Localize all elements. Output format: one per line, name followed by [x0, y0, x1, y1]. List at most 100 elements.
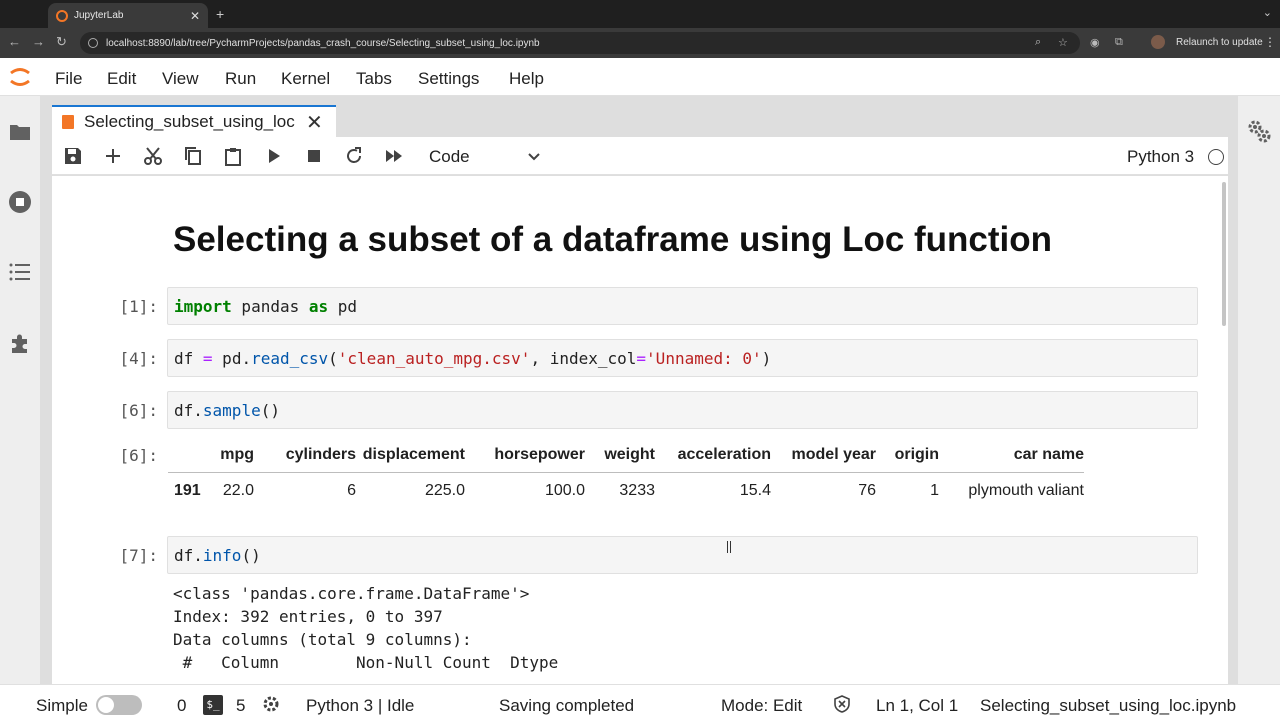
- extensions-puzzle-icon[interactable]: [8, 332, 32, 356]
- browser-tab-strip: JupyterLab ✕ + ⌄: [0, 0, 1280, 28]
- profile-avatar[interactable]: [1151, 35, 1165, 49]
- markdown-heading: Selecting a subset of a dataframe using …: [173, 220, 1053, 259]
- cursor-position[interactable]: Ln 1, Col 1: [876, 696, 958, 716]
- save-icon[interactable]: [63, 146, 83, 166]
- jupyter-menubar: File Edit View Run Kernel Tabs Settings …: [0, 58, 1280, 96]
- editor-mode: Mode: Edit: [721, 696, 803, 715]
- cell-type-select[interactable]: Code: [429, 147, 470, 167]
- browser-tab-title: JupyterLab: [74, 10, 124, 21]
- input-prompt: [6]:: [119, 401, 158, 420]
- input-prompt: [4]:: [119, 349, 158, 368]
- menu-file[interactable]: File: [55, 69, 82, 89]
- column-header: cylinders: [254, 438, 356, 473]
- code-text: df.info(): [174, 546, 261, 565]
- restart-icon[interactable]: [344, 146, 364, 166]
- back-icon[interactable]: ←: [8, 34, 21, 49]
- browser-tab[interactable]: JupyterLab ✕: [48, 3, 208, 28]
- table-cell: 6: [347, 482, 356, 500]
- table-cell: 76: [858, 482, 876, 500]
- kernel-name[interactable]: Python 3: [1127, 147, 1194, 167]
- menu-run[interactable]: Run: [225, 69, 256, 89]
- address-bar[interactable]: localhost:8890/lab/tree/PycharmProjects/…: [80, 32, 1080, 54]
- extensions-puzzle-icon[interactable]: ⧉: [1115, 36, 1123, 49]
- column-header: horsepower: [465, 438, 585, 473]
- close-notebook-icon[interactable]: ✕: [306, 110, 323, 135]
- chevron-down-icon[interactable]: [526, 149, 542, 165]
- toggle-knob: [98, 697, 114, 713]
- forward-icon[interactable]: →: [32, 34, 45, 49]
- terminals-count: 0: [177, 696, 187, 715]
- table-cell: 22.0: [222, 482, 254, 500]
- close-tab-icon[interactable]: ✕: [190, 9, 200, 23]
- code-cell[interactable]: df.sample(): [167, 391, 1198, 429]
- copy-icon[interactable]: [183, 146, 203, 166]
- table-cell: 3233: [619, 482, 655, 500]
- running-kernels-icon[interactable]: [8, 190, 32, 214]
- url-text: localhost:8890/lab/tree/PycharmProjects/…: [106, 37, 540, 49]
- table-cell: 1: [930, 482, 939, 500]
- input-prompt: [1]:: [119, 297, 158, 316]
- menu-settings[interactable]: Settings: [418, 69, 479, 89]
- stdout-line: <class 'pandas.core.frame.DataFrame'>: [173, 584, 530, 603]
- notebook-tab[interactable]: Selecting_subset_using_loc ✕: [52, 105, 336, 137]
- stdout-line: # Column Non-Null Count Dtype: [173, 653, 559, 672]
- site-info-icon[interactable]: [88, 38, 98, 48]
- kernel-gear-icon[interactable]: [262, 695, 280, 713]
- trust-shield-icon[interactable]: [833, 695, 851, 713]
- table-of-contents-icon[interactable]: [8, 260, 32, 284]
- menu-edit[interactable]: Edit: [107, 69, 136, 89]
- dataframe-output: mpg cylinders displacement horsepower we…: [168, 438, 1084, 510]
- table-cell: 100.0: [544, 482, 585, 500]
- extension-icon[interactable]: ◉: [1090, 36, 1100, 49]
- column-header: model year: [771, 438, 876, 473]
- simple-mode-label: Simple: [36, 696, 88, 715]
- new-tab-icon[interactable]: +: [216, 6, 224, 22]
- browser-menu-icon[interactable]: ⋮: [1264, 35, 1276, 49]
- tab-search-icon[interactable]: ⌄: [1263, 6, 1272, 19]
- jupyter-logo-icon: [10, 68, 30, 86]
- kernels-count: 5: [236, 696, 246, 715]
- scrollbar-thumb[interactable]: [1222, 182, 1226, 326]
- cut-icon[interactable]: [143, 146, 163, 166]
- main-dock-area: Selecting_subset_using_loc ✕ Code Python…: [40, 96, 1238, 684]
- code-cell[interactable]: df.info(): [167, 536, 1198, 574]
- reload-icon[interactable]: ↻: [56, 34, 67, 50]
- notebook-panel[interactable]: Selecting a subset of a dataframe using …: [52, 176, 1228, 684]
- stdout-line: Data columns (total 9 columns):: [173, 630, 472, 649]
- column-header: origin: [876, 438, 939, 473]
- menu-kernel[interactable]: Kernel: [281, 69, 330, 89]
- save-status: Saving completed: [499, 696, 635, 715]
- status-bar: Simple 0 $_ 5 Python 3 | Idle Saving com…: [0, 684, 1280, 720]
- stdout-line: Index: 392 entries, 0 to 397: [173, 607, 443, 626]
- kernel-status[interactable]: Python 3 | Idle: [306, 696, 414, 716]
- menu-view[interactable]: View: [162, 69, 199, 89]
- insert-cell-icon[interactable]: [103, 146, 123, 166]
- table-cell: 225.0: [424, 482, 465, 500]
- stop-icon[interactable]: [304, 146, 324, 166]
- kernel-status-icon: [1208, 149, 1224, 165]
- code-text: df = pd.read_csv('clean_auto_mpg.csv', i…: [174, 349, 772, 368]
- folder-icon[interactable]: [8, 120, 32, 144]
- property-inspector-gears-icon[interactable]: [1246, 118, 1272, 144]
- paste-icon[interactable]: [223, 146, 243, 166]
- row-index: 191: [174, 482, 201, 500]
- simple-mode-toggle[interactable]: [96, 695, 142, 715]
- restart-run-all-icon[interactable]: [384, 146, 404, 166]
- zoom-icon[interactable]: ⌕: [1035, 36, 1041, 49]
- notebook-tab-label: Selecting_subset_using_loc: [84, 112, 295, 131]
- column-header: displacement: [356, 438, 465, 473]
- code-cell[interactable]: import pandas as pd: [167, 287, 1198, 325]
- notebook-toolbar: Code Python 3: [52, 137, 1228, 175]
- terminal-icon[interactable]: $_: [203, 695, 223, 715]
- relaunch-button[interactable]: Relaunch to update: [1176, 37, 1263, 48]
- right-sidebar: [1238, 96, 1280, 684]
- column-header: mpg: [208, 438, 254, 473]
- run-icon[interactable]: [264, 146, 284, 166]
- notebook-icon: [62, 115, 74, 129]
- table-row: 191 22.0 6 225.0 100.0 3233 15.4 76 1 pl…: [168, 472, 1084, 510]
- code-cell[interactable]: df = pd.read_csv('clean_auto_mpg.csv', i…: [167, 339, 1198, 377]
- bookmark-star-icon[interactable]: ☆: [1058, 36, 1068, 49]
- menu-tabs[interactable]: Tabs: [356, 69, 392, 89]
- current-filename: Selecting_subset_using_loc.ipynb: [980, 696, 1237, 715]
- menu-help[interactable]: Help: [509, 69, 544, 89]
